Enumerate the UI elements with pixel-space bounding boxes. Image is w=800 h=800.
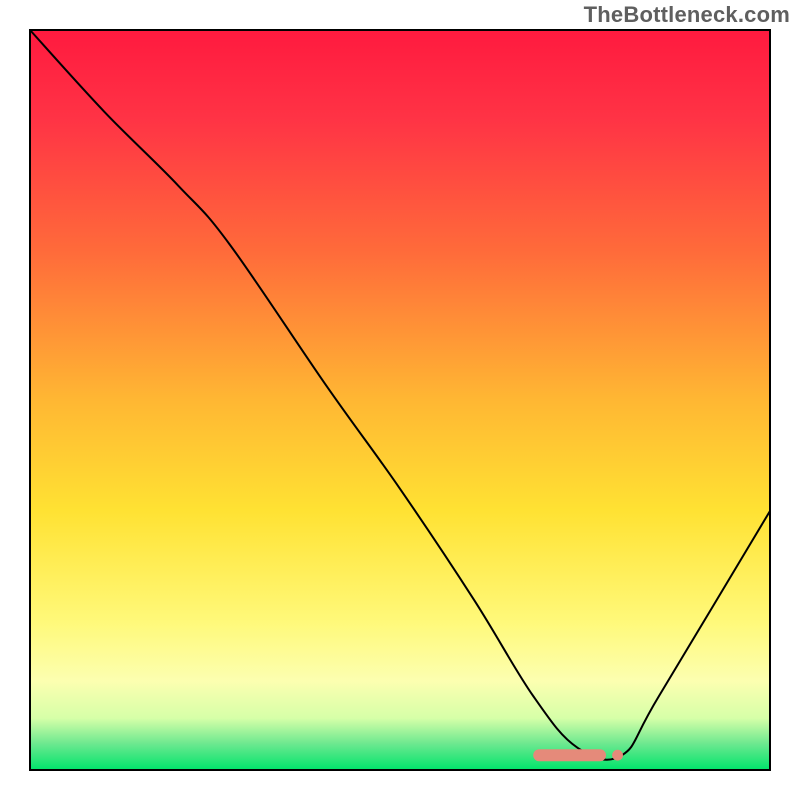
watermark-text: TheBottleneck.com xyxy=(584,2,790,28)
optimal-range-dot xyxy=(612,750,623,761)
bottleneck-chart xyxy=(0,0,800,800)
plot-background xyxy=(30,30,770,770)
optimal-range-bar xyxy=(533,749,606,761)
chart-container: TheBottleneck.com xyxy=(0,0,800,800)
